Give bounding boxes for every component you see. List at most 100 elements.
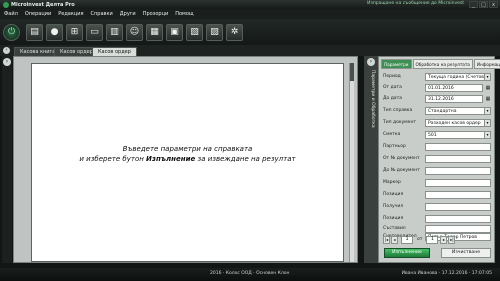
collapse-panel-icon[interactable]: ›	[367, 58, 375, 66]
field-input[interactable]	[425, 203, 491, 211]
message-text: и изберете бутон	[79, 155, 147, 163]
field-input[interactable]	[425, 167, 491, 175]
chevron-down-icon[interactable]: ▾	[484, 74, 490, 80]
field-input[interactable]	[425, 225, 491, 233]
field-row: Партньор	[383, 143, 493, 152]
invoice-icon[interactable]: ▦	[146, 23, 163, 41]
panel-tabs: Параметри Обработка на резултата Информа…	[381, 59, 500, 69]
prev-page-button[interactable]: ◂	[391, 235, 398, 244]
tabs-collapse-icon[interactable]: ‹	[3, 47, 10, 54]
field-row: От дата 01.01.2016 ▦	[383, 84, 493, 93]
menu-edit[interactable]: Редакция	[58, 11, 83, 17]
close-button[interactable]: x	[489, 1, 498, 8]
vertical-scrollbar[interactable]	[349, 63, 354, 262]
field-row: Получил	[383, 203, 493, 212]
tab-cash-order-2[interactable]: Касов ордер	[92, 47, 137, 56]
field-select[interactable]: Разходен касов ордер ▾	[425, 119, 491, 127]
power-icon[interactable]: ⏻	[3, 23, 20, 41]
menu-reports[interactable]: Справки	[91, 11, 113, 17]
field-row: Тип документ Разходен касов ордер ▾	[383, 119, 493, 128]
coins-icon[interactable]: ●	[46, 23, 63, 41]
date-field[interactable]: 01.01.2016	[425, 84, 483, 92]
field-input[interactable]	[425, 155, 491, 163]
field-value: Разходен касов ордер	[428, 121, 481, 126]
menu-file[interactable]: Файл	[4, 11, 18, 17]
field-label: До № документ	[383, 168, 420, 173]
menu-operations[interactable]: Операции	[25, 11, 51, 17]
field-select[interactable]: 501 ▾	[425, 131, 491, 139]
first-page-button[interactable]: |◂	[383, 235, 390, 244]
field-label: От № документ	[383, 156, 420, 161]
field-row: Сметка 501 ▾	[383, 131, 493, 140]
field-input[interactable]	[425, 215, 491, 223]
field-row: От № документ	[383, 155, 493, 164]
left-side-strip: ›	[2, 56, 12, 263]
field-row: Период Текуща година (Счетоводна) ▾	[383, 73, 493, 82]
status-bar: 2016 · Колос ООД · Основен Клон Ивана Ив…	[0, 268, 500, 281]
field-label: Позиция	[383, 192, 404, 197]
building-icon[interactable]: ▥	[106, 23, 123, 41]
report-placeholder-message: Въведете параметри на справката и избере…	[32, 144, 343, 164]
pager-of-label: от	[417, 237, 423, 242]
people-icon[interactable]: ☺	[126, 23, 143, 41]
document-icon[interactable]: ▤	[26, 23, 43, 41]
printer-icon[interactable]: ▨	[206, 23, 223, 41]
menu-bar: Файл Операции Редакция Справки Други Про…	[0, 9, 500, 19]
menu-help[interactable]: Помощ	[175, 11, 193, 17]
menu-other[interactable]: Други	[120, 11, 136, 17]
run-button[interactable]: Изпълнение	[384, 248, 430, 258]
tab-result-processing[interactable]: Обработка на резултата	[412, 59, 473, 69]
field-row: До № документ	[383, 167, 493, 176]
field-label: Тип документ	[383, 120, 417, 125]
field-row: Тип справка Стандартна ▾	[383, 107, 493, 116]
chevron-down-icon[interactable]: ▾	[484, 132, 490, 138]
maximize-button[interactable]: □	[479, 1, 488, 8]
field-row: Позиция	[383, 215, 493, 224]
field-select[interactable]: Стандартна ▾	[425, 107, 491, 115]
field-input[interactable]	[425, 179, 491, 187]
field-value: 501	[428, 133, 437, 138]
menu-windows[interactable]: Прозорци	[143, 11, 169, 17]
field-label: Получил	[383, 204, 404, 209]
field-value: 31.12.2016	[428, 97, 454, 102]
cash-icon[interactable]: ▭	[86, 23, 103, 41]
field-row: Позиция	[383, 191, 493, 200]
next-page-button[interactable]: ▸	[440, 235, 448, 244]
date-field[interactable]: 31.12.2016	[425, 95, 483, 103]
field-label: Позиция	[383, 216, 404, 221]
calendar-icon[interactable]: ▦	[485, 95, 491, 103]
total-pages: 1	[426, 235, 439, 244]
tab-information[interactable]: Информация	[473, 59, 500, 69]
lock-icon[interactable]: ▣	[166, 23, 183, 41]
field-select[interactable]: Текуща година (Счетоводна) ▾	[425, 73, 491, 81]
field-label: Сметка	[383, 132, 401, 137]
app-window: Microinvest Делта Pro Изпращане на съобщ…	[0, 0, 500, 281]
field-row: До дата 31.12.2016 ▦	[383, 95, 493, 104]
chevron-down-icon[interactable]: ▾	[484, 120, 490, 126]
current-page-input[interactable]: 1	[401, 235, 413, 244]
chevron-down-icon[interactable]: ▾	[484, 108, 490, 114]
app-logo-icon	[3, 1, 9, 8]
panel-strip-label: Параметри и Обработка	[370, 70, 375, 128]
tab-parameters[interactable]: Параметри	[381, 59, 412, 69]
calendar-icon[interactable]: ▦	[485, 84, 491, 92]
send-message-link[interactable]: Изпращане на съобщение до Microinvest	[367, 1, 464, 6]
collapse-left-icon[interactable]: ›	[3, 58, 11, 66]
settings-icon[interactable]: ✲	[226, 23, 243, 41]
field-input[interactable]	[425, 143, 491, 151]
scroll-thumb[interactable]	[350, 63, 354, 81]
cart-icon[interactable]: ⊞	[66, 23, 83, 41]
panel-toggle-strip: › Параметри и Обработка	[364, 56, 378, 263]
field-input[interactable]	[425, 191, 491, 199]
clear-button[interactable]: Изчистване	[441, 248, 491, 258]
last-page-button[interactable]: ▸|	[448, 235, 456, 244]
app-title: Microinvest Делта Pro	[11, 1, 75, 8]
field-value: Стандартна	[428, 109, 457, 114]
minimize-button[interactable]: _	[469, 1, 478, 8]
field-label: От дата	[383, 85, 402, 90]
report-page: Въведете параметри на справката и избере…	[31, 63, 344, 262]
field-value: 01.01.2016	[428, 86, 454, 91]
report-icon[interactable]: ▧	[186, 23, 203, 41]
document-tabs: ‹ Касова книга Касов ордер Касов ордер	[0, 45, 500, 56]
message-bold-text: Изпълнение	[146, 155, 196, 163]
